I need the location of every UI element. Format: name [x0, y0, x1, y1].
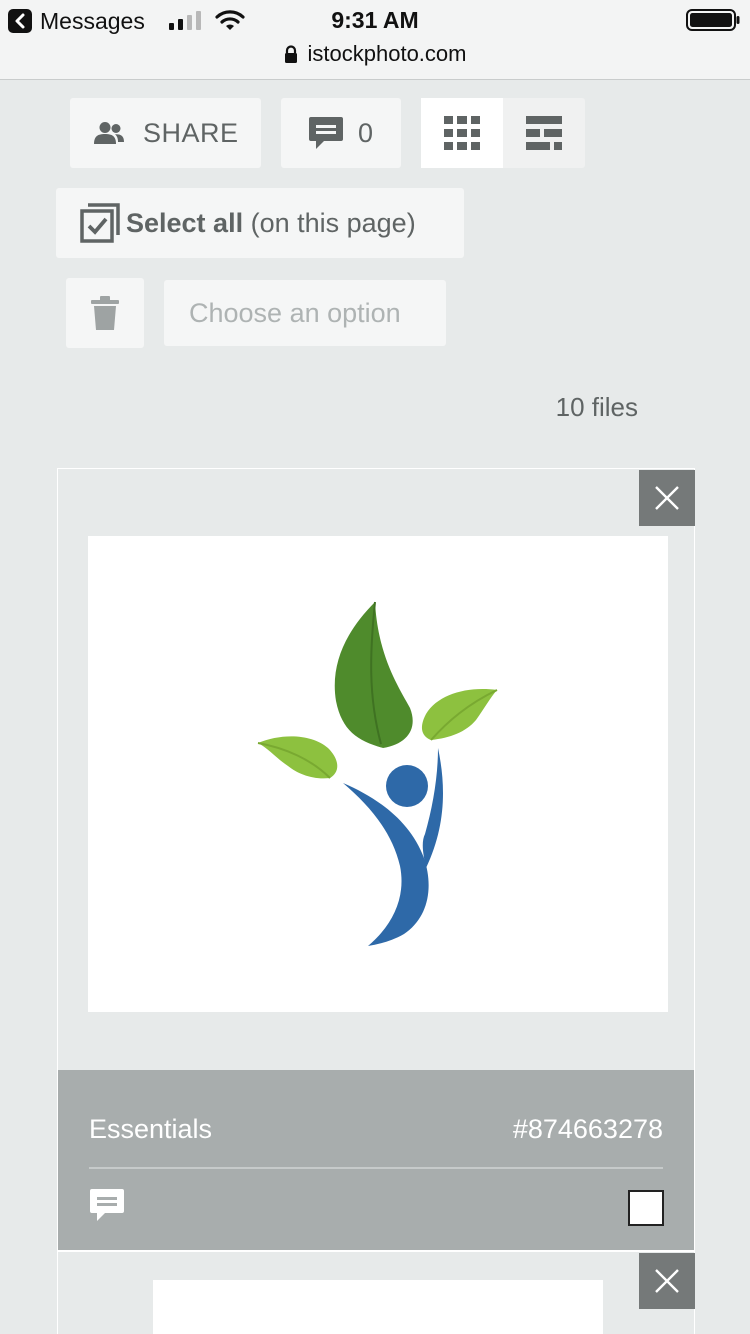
file-count: 10 files [555, 392, 638, 422]
comments-button[interactable]: 0 [281, 98, 401, 168]
close-icon [655, 486, 679, 510]
mosaic-view-icon [526, 116, 562, 150]
lock-icon [284, 45, 297, 63]
battery-icon [686, 9, 740, 31]
comment-icon[interactable] [89, 1188, 125, 1222]
remove-file-button[interactable] [639, 470, 695, 526]
select-all-icon [80, 203, 120, 243]
share-button[interactable]: SHARE [70, 98, 261, 168]
footer-divider [89, 1167, 663, 1169]
status-bar: Messages 9:31 AM istockphoto.com [0, 0, 750, 80]
share-label: SHARE [143, 117, 239, 148]
select-all-button[interactable]: Select all (on this page) [56, 188, 464, 258]
url-bar[interactable]: istockphoto.com [0, 41, 750, 67]
leaf-person-logo [257, 601, 498, 946]
view-toggle [421, 98, 585, 168]
select-all-suffix: (on this page) [250, 207, 416, 238]
file-thumbnail[interactable] [88, 536, 668, 1012]
clock-time: 9:31 AM [331, 7, 419, 33]
select-all-bold: Select all [126, 207, 244, 238]
remove-file-button[interactable] [639, 1253, 695, 1309]
file-card-footer: Essentials #874663278 [58, 1070, 694, 1250]
file-select-checkbox[interactable] [628, 1190, 664, 1226]
select-all-label: Select all (on this page) [126, 208, 416, 239]
url-text: istockphoto.com [307, 41, 467, 66]
file-card [57, 1251, 695, 1334]
file-id: #874663278 [512, 1114, 663, 1144]
delete-button[interactable] [66, 278, 144, 348]
comment-count: 0 [358, 117, 374, 148]
mosaic-view-button[interactable] [503, 98, 585, 168]
collection-name: Essentials [89, 1114, 213, 1144]
grid-view-icon [444, 116, 480, 150]
trash-icon [91, 296, 119, 330]
action-select[interactable]: Choose an option [164, 280, 446, 346]
comment-icon [309, 117, 343, 149]
people-icon [94, 122, 124, 144]
file-thumbnail[interactable] [153, 1280, 603, 1334]
action-select-placeholder: Choose an option [189, 297, 401, 328]
file-card: Essentials #874663278 [57, 468, 695, 1251]
grid-view-button[interactable] [421, 98, 503, 168]
close-icon [655, 1269, 679, 1293]
